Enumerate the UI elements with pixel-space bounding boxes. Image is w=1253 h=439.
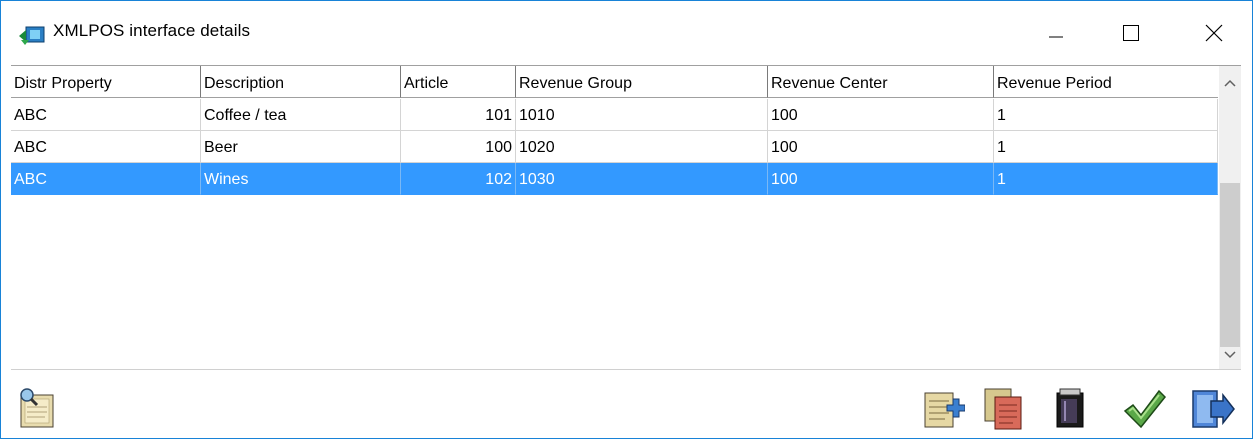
column-header-description[interactable]: Description — [201, 66, 401, 98]
maximize-icon — [1123, 25, 1139, 41]
column-header-revenue-group[interactable]: Revenue Group — [516, 66, 768, 98]
column-header-revenue-period[interactable]: Revenue Period — [994, 66, 1218, 98]
notes-search-icon[interactable] — [15, 385, 61, 431]
scroll-down-button[interactable] — [1219, 344, 1241, 366]
cell-article[interactable]: 102 — [401, 163, 516, 195]
column-header-article[interactable]: Article — [401, 66, 516, 98]
cell-distr-property[interactable]: ABC — [11, 131, 201, 163]
delete-record-icon[interactable] — [1047, 385, 1093, 431]
cell-article[interactable]: 101 — [401, 99, 516, 131]
cell-distr-property[interactable]: ABC — [11, 163, 201, 195]
column-header-distr-property[interactable]: Distr Property — [11, 66, 201, 98]
cell-revenue-period[interactable]: 1 — [994, 163, 1218, 195]
grid-header: Distr Property Description Article Reven… — [11, 66, 1218, 99]
minimize-icon — [1049, 36, 1063, 38]
cell-description[interactable]: Wines — [201, 163, 401, 195]
cell-revenue-group[interactable]: 1020 — [516, 131, 768, 163]
title-bar[interactable]: XMLPOS interface details — [1, 1, 1252, 63]
add-record-icon[interactable] — [919, 385, 965, 431]
cell-distr-property[interactable]: ABC — [11, 99, 201, 131]
cell-revenue-center[interactable]: 100 — [768, 131, 994, 163]
app-icon — [19, 26, 45, 45]
vertical-scrollbar[interactable] — [1219, 66, 1241, 370]
cell-revenue-period[interactable]: 1 — [994, 99, 1218, 131]
chevron-down-icon — [1224, 351, 1236, 359]
table-row-selected[interactable]: ABC Wines 102 1030 100 1 — [11, 163, 1218, 195]
scroll-up-button[interactable] — [1219, 72, 1241, 94]
maximize-button[interactable] — [1108, 11, 1154, 55]
copy-record-icon[interactable] — [981, 385, 1027, 431]
close-icon — [1205, 24, 1223, 42]
table-row[interactable]: ABC Beer 100 1020 100 1 — [11, 131, 1218, 163]
cell-revenue-group[interactable]: 1010 — [516, 99, 768, 131]
table-row[interactable]: ABC Coffee / tea 101 1010 100 1 — [11, 99, 1218, 131]
cell-revenue-center[interactable]: 100 — [768, 99, 994, 131]
column-header-revenue-center[interactable]: Revenue Center — [768, 66, 994, 98]
exit-icon[interactable] — [1189, 385, 1235, 431]
scrollbar-thumb[interactable] — [1220, 183, 1240, 347]
cell-revenue-group[interactable]: 1030 — [516, 163, 768, 195]
toolbar-divider — [11, 369, 1241, 370]
cell-description[interactable]: Coffee / tea — [201, 99, 401, 131]
minimize-button[interactable] — [1033, 11, 1079, 55]
close-button[interactable] — [1191, 11, 1237, 55]
cell-description[interactable]: Beer — [201, 131, 401, 163]
cell-revenue-period[interactable]: 1 — [994, 131, 1218, 163]
window-title: XMLPOS interface details — [53, 21, 251, 40]
cell-revenue-center[interactable]: 100 — [768, 163, 994, 195]
chevron-up-icon — [1224, 79, 1236, 87]
confirm-icon[interactable] — [1121, 385, 1167, 431]
xmlpos-interface-details-window: XMLPOS interface details Distr Property … — [0, 0, 1253, 439]
cell-article[interactable]: 100 — [401, 131, 516, 163]
details-grid[interactable]: Distr Property Description Article Reven… — [11, 65, 1241, 370]
